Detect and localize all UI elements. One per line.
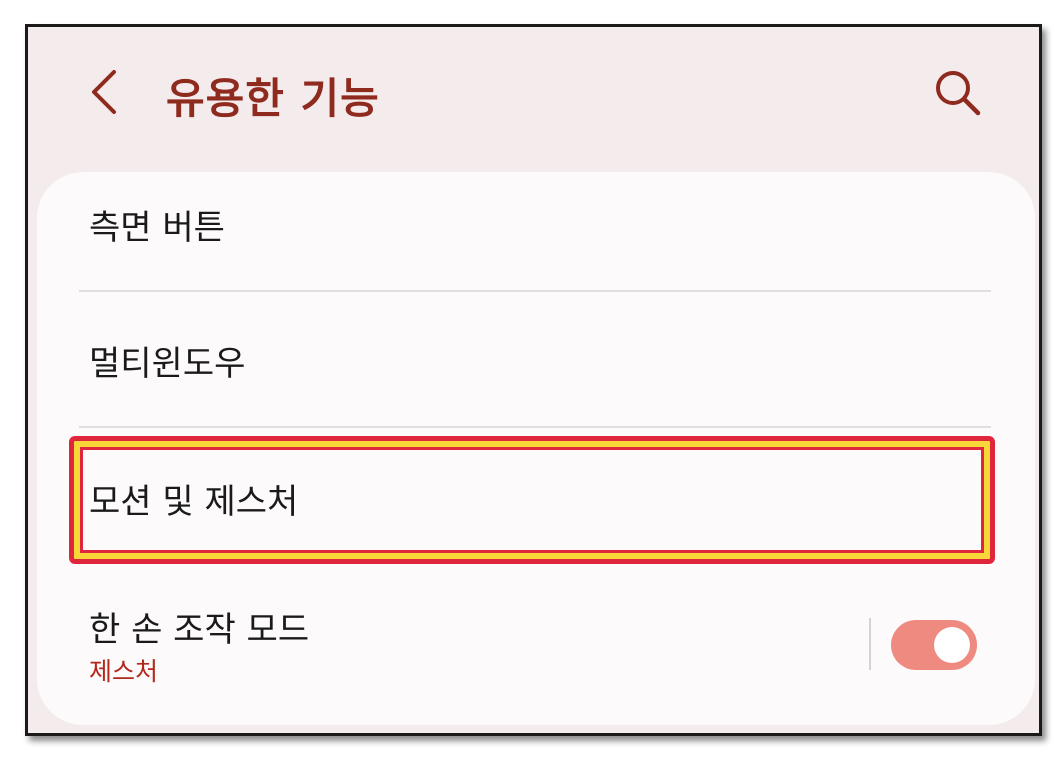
vertical-separator (869, 618, 871, 670)
one-handed-mode-toggle[interactable] (891, 620, 977, 670)
list-item-label: 모션 및 제스처 (89, 482, 299, 522)
list-item-multiwindow[interactable]: 멀티윈도우 (37, 292, 1035, 426)
list-item-label: 한 손 조작 모드 (89, 610, 310, 650)
list-item-label: 멀티윈도우 (89, 344, 246, 384)
list-item-sublabel: 제스처 (89, 657, 159, 686)
toggle-knob (934, 627, 970, 663)
list-item-one-handed-mode[interactable]: 한 손 조작 모드 (37, 572, 1035, 722)
app-bar: 유용한 기능 (28, 27, 1039, 172)
back-chevron-icon[interactable] (86, 67, 126, 117)
list-item-label: 측면 버튼 (89, 208, 225, 248)
screen-frame: 유용한 기능 측면 버튼 멀티윈도우 모션 및 제스처 한 손 조작 모드 제스… (25, 24, 1042, 736)
list-item-side-button[interactable]: 측면 버튼 (37, 172, 1035, 290)
settings-list: 측면 버튼 멀티윈도우 모션 및 제스처 한 손 조작 모드 제스처 (37, 172, 1035, 725)
page-title: 유용한 기능 (166, 74, 380, 123)
search-icon[interactable] (932, 67, 982, 117)
divider (79, 426, 991, 428)
list-item-motion-gestures[interactable]: 모션 및 제스처 (37, 436, 1035, 564)
